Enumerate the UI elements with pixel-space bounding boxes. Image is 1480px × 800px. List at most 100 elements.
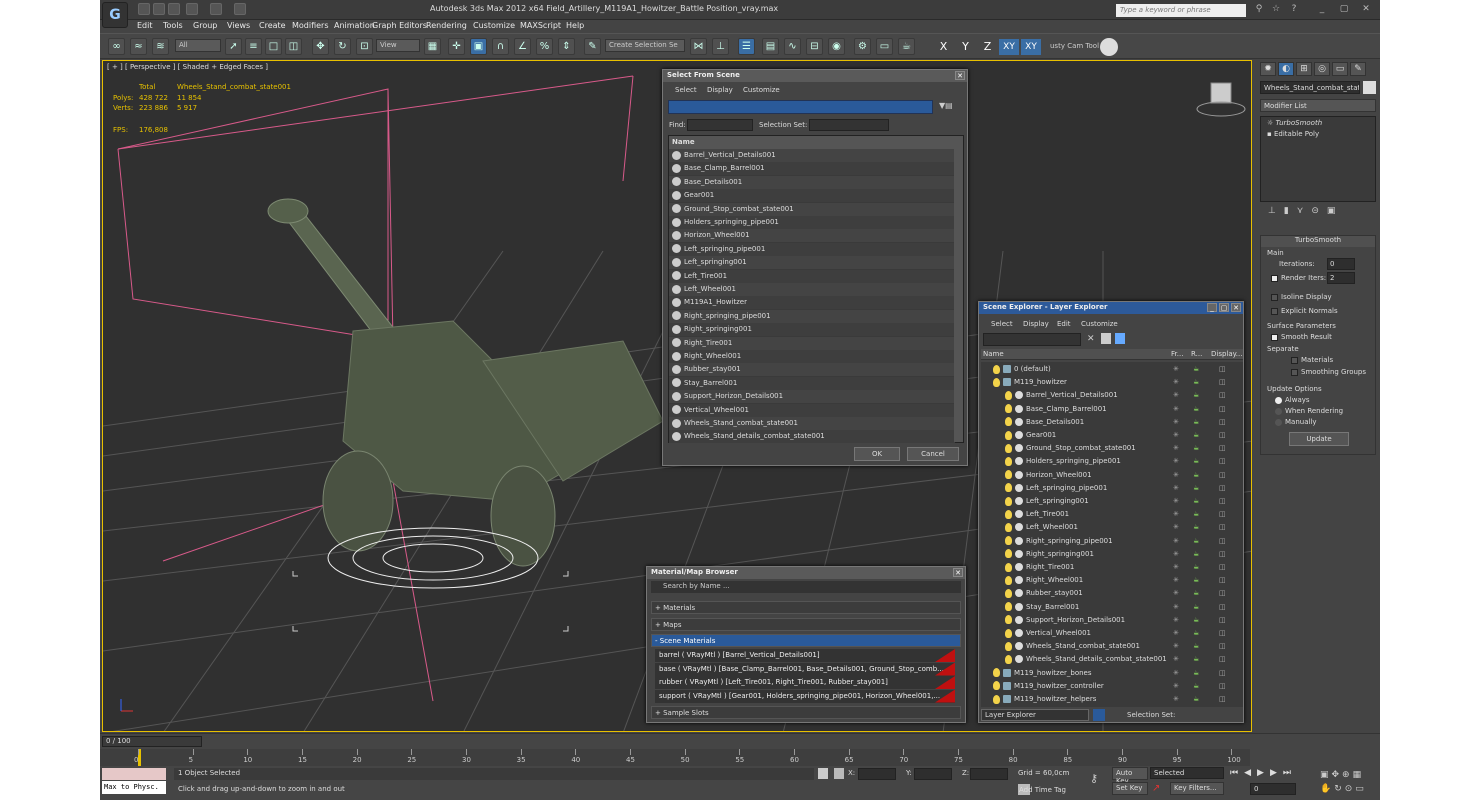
hold-icon[interactable] [234, 3, 246, 15]
layer-row[interactable]: Gear001 [1005, 429, 1056, 442]
layer-row[interactable]: Left_Tire001 [1005, 508, 1069, 521]
display-icon[interactable]: ◫ [1219, 416, 1226, 429]
lightbulb-icon[interactable] [1005, 483, 1012, 493]
freeze-icon[interactable]: ✳ [1173, 653, 1179, 666]
render-iters-spinner[interactable]: 2 [1327, 272, 1355, 284]
lightbulb-icon[interactable] [993, 364, 1000, 374]
add-time-tag[interactable]: Add Time Tag [1019, 786, 1066, 794]
menu-graph-editors[interactable]: Graph Editors [372, 21, 427, 30]
menu-create[interactable]: Create [259, 21, 286, 30]
layer-row[interactable]: Right_springing001 [1005, 548, 1094, 561]
lightbulb-icon[interactable] [1005, 509, 1012, 519]
render-icon[interactable]: ☕ [1193, 469, 1199, 482]
cancel-button[interactable]: Cancel [907, 447, 959, 461]
list-item[interactable]: Right_Wheel001 [669, 350, 955, 363]
minimize-icon[interactable]: _ [1207, 303, 1217, 312]
pivot-icon[interactable]: ▦ [424, 38, 441, 55]
star-icon[interactable]: ☆ [1270, 4, 1282, 16]
maximize-icon[interactable]: ▢ [1219, 303, 1229, 312]
layer-row[interactable]: Rubber_stay001 [1005, 587, 1083, 600]
close-icon[interactable]: ✕ [1231, 303, 1241, 312]
se-menu-select[interactable]: Select [991, 320, 1013, 328]
clear-search-icon[interactable]: ✕ [1087, 334, 1095, 344]
render-icon[interactable]: ☕ [1193, 601, 1199, 614]
scene-explorer-title[interactable]: Scene Explorer - Layer Explorer [979, 302, 1243, 314]
close-icon[interactable]: ✕ [953, 568, 963, 577]
axis-y-button[interactable]: Y [957, 39, 974, 55]
render-icon[interactable]: ☕ [1193, 627, 1199, 640]
rotate-icon[interactable]: ↻ [334, 38, 351, 55]
freeze-icon[interactable]: ✳ [1173, 455, 1179, 468]
material-row[interactable]: rubber ( VRayMtl ) [Left_Tire001, Right_… [655, 676, 955, 689]
freeze-icon[interactable]: ✳ [1173, 667, 1179, 680]
render-icon[interactable]: ☕ [1193, 403, 1199, 416]
display-icon[interactable]: ◫ [1219, 508, 1226, 521]
layer-row[interactable]: Vertical_Wheel001 [1005, 627, 1091, 640]
ok-button[interactable]: OK [854, 447, 900, 461]
display-icon[interactable]: ◫ [1219, 561, 1226, 574]
menu-animation[interactable]: Animation [334, 21, 375, 30]
manually-radio[interactable]: Manually [1275, 418, 1317, 426]
close-icon[interactable]: ✕ [955, 71, 965, 80]
display-icon[interactable]: ◫ [1219, 601, 1226, 614]
render-icon[interactable]: ☕ [1193, 587, 1199, 600]
col-freeze[interactable]: Fr... [1171, 350, 1183, 358]
material-row[interactable]: base ( VRayMtl ) [Base_Clamp_Barrel001, … [655, 662, 955, 676]
object-color-swatch[interactable] [1363, 81, 1376, 94]
graphite-tools-icon[interactable]: ▤ [762, 38, 779, 55]
new-layer-icon[interactable] [1101, 333, 1111, 344]
list-item[interactable]: Gear001 [669, 189, 955, 203]
list-item[interactable]: Base_Details001 [669, 175, 955, 189]
display-icon[interactable]: ◫ [1219, 693, 1226, 706]
set-key-filter-icon[interactable]: ↗ [1152, 783, 1166, 794]
list-item[interactable]: Left_springing001 [669, 256, 955, 270]
column-name[interactable]: Name [669, 136, 955, 149]
axis-xy-cycle-button[interactable]: XY [1021, 39, 1041, 55]
layer-row[interactable]: M119_howitzer [993, 376, 1067, 389]
menu-group[interactable]: Group [193, 21, 217, 30]
lightbulb-icon[interactable] [1005, 522, 1012, 532]
se-menu-display[interactable]: Display [1023, 320, 1049, 328]
layer-row[interactable]: Barrel_Vertical_Details001 [1005, 389, 1118, 402]
smoothing-groups-checkbox[interactable]: Smoothing Groups [1291, 368, 1366, 376]
maxscript-mini-listener[interactable]: Max to Physc. [102, 781, 166, 794]
key-icon[interactable]: ⚷ [1090, 772, 1098, 785]
display-icon[interactable]: ◫ [1219, 627, 1226, 640]
spinner-snap-icon[interactable]: ⇕ [558, 38, 575, 55]
display-icon[interactable]: ◫ [1219, 376, 1226, 389]
display-icon[interactable]: ◫ [1219, 389, 1226, 402]
render-icon[interactable]: ☕ [1193, 455, 1199, 468]
display-tab-icon[interactable]: ▭ [1332, 62, 1348, 76]
freeze-icon[interactable]: ✳ [1173, 469, 1179, 482]
open-icon[interactable] [153, 3, 165, 15]
display-icon[interactable]: ◫ [1219, 667, 1226, 680]
lock-icon[interactable] [818, 768, 828, 779]
axis-z-button[interactable]: Z [979, 39, 996, 55]
col-render[interactable]: R... [1191, 350, 1202, 358]
materials-rollout[interactable]: + Materials [651, 601, 961, 614]
list-item[interactable]: Left_Tire001 [669, 269, 955, 283]
se-menu-customize[interactable]: Customize [1081, 320, 1118, 328]
display-icon[interactable]: ◫ [1219, 574, 1226, 587]
list-item[interactable]: Rubber_stay001 [669, 363, 955, 377]
render-icon[interactable]: ☕ [1193, 521, 1199, 534]
menu-help[interactable]: Help [566, 21, 584, 30]
material-search-input[interactable]: Search by Name ... [651, 581, 961, 593]
layer-row[interactable]: Horizon_Wheel001 [1005, 469, 1092, 482]
render-icon[interactable]: ☕ [1193, 561, 1199, 574]
explicit-normals-checkbox[interactable]: Explicit Normals [1271, 307, 1338, 315]
render-icon[interactable]: ☕ [1193, 495, 1199, 508]
lightbulb-icon[interactable] [1005, 443, 1012, 453]
skull-icon[interactable] [1100, 38, 1118, 56]
scene-materials-rollout[interactable]: - Scene Materials [651, 634, 961, 647]
freeze-icon[interactable]: ✳ [1173, 403, 1179, 416]
key-mode-dropdown[interactable]: Selected [1150, 767, 1224, 779]
render-icon[interactable]: ☕ [1193, 508, 1199, 521]
freeze-icon[interactable]: ✳ [1173, 535, 1179, 548]
lightbulb-icon[interactable] [1005, 404, 1012, 414]
redo-icon[interactable] [210, 3, 222, 15]
modifier-editable-poly[interactable]: ▪ Editable Poly [1267, 130, 1319, 138]
x-coord-field[interactable] [858, 768, 896, 780]
freeze-icon[interactable]: ✳ [1173, 376, 1179, 389]
find-input[interactable] [687, 119, 753, 131]
